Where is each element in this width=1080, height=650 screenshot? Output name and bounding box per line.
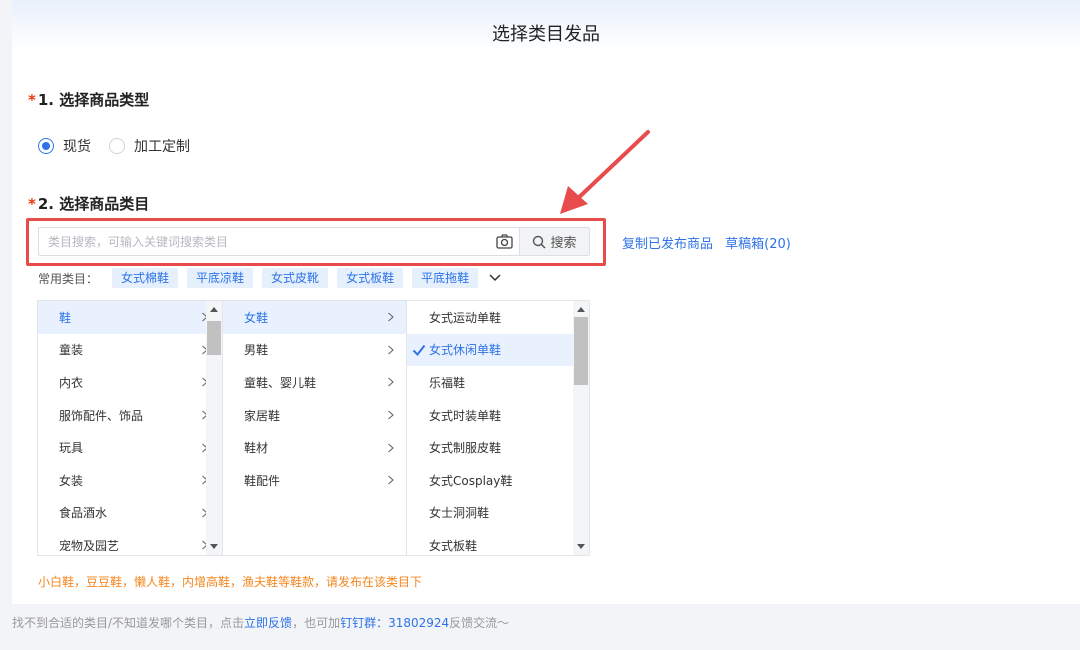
required-mark: * (28, 195, 36, 213)
radio-unchecked-icon (109, 138, 125, 154)
category-label: 女式Cosplay鞋 (429, 473, 513, 488)
category-column-level2: 女鞋 男鞋 童鞋、婴儿鞋 家居鞋 鞋材 鞋配件 (222, 301, 406, 555)
category-label: 童装 (59, 343, 84, 358)
category-label: 鞋 (59, 310, 72, 325)
section-title-text: 2. 选择商品类目 (37, 195, 150, 213)
category-label: 鞋配件 (244, 473, 281, 488)
category-item[interactable]: 鞋配件 (223, 464, 406, 497)
chevron-right-icon (388, 378, 394, 387)
scroll-down-icon[interactable] (210, 544, 218, 549)
side-links: 复制已发布商品 草稿箱(20) (622, 233, 799, 252)
scrollbar-thumb[interactable] (207, 321, 221, 355)
common-label: 常用类目： (38, 271, 99, 286)
category-label: 女式板鞋 (429, 538, 478, 553)
category-label: 女式制服皮鞋 (429, 441, 502, 456)
category-column-level3: 女式运动单鞋 女式休闲单鞋 乐福鞋 女式时装单鞋 女式制服皮鞋 女式Cospla… (406, 301, 573, 555)
category-hint: 小白鞋，豆豆鞋，懒人鞋，内增高鞋，渔夫鞋等鞋款，请发布在该类目下 (38, 575, 423, 589)
category-item[interactable]: 内衣 (38, 366, 222, 399)
footer-text: ，也可加 (292, 616, 341, 630)
category-label: 女士洞洞鞋 (429, 506, 490, 521)
category-item[interactable]: 男鞋 (223, 334, 406, 367)
category-label: 鞋材 (244, 441, 269, 456)
scrollbar-thumb[interactable] (574, 317, 588, 385)
level3-scrollbar[interactable] (573, 301, 589, 555)
category-label: 内衣 (59, 375, 84, 390)
copy-published-link[interactable]: 复制已发布商品 (622, 237, 713, 252)
category-label: 乐福鞋 (429, 375, 466, 390)
chevron-right-icon (388, 312, 394, 322)
category-label: 童鞋、婴儿鞋 (244, 375, 317, 390)
scroll-down-icon[interactable] (577, 544, 585, 549)
section-category-title: * 2. 选择商品类目 (28, 193, 149, 214)
chevron-right-icon (388, 345, 394, 355)
section-title-text: 1. 选择商品类型 (37, 91, 150, 109)
category-label: 女式运动单鞋 (429, 310, 502, 325)
category-label: 女式时装单鞋 (429, 408, 502, 423)
category-column-level1: 鞋 童装 内衣 服饰配件、饰品 玩具 女装 食品酒水 宠物及园艺 (38, 301, 222, 555)
category-label: 女鞋 (244, 310, 269, 325)
category-item[interactable]: 女式Cosplay鞋 (407, 464, 573, 497)
category-label: 男鞋 (244, 343, 269, 358)
common-tag[interactable]: 女式棉鞋 (112, 268, 179, 288)
category-label: 女装 (59, 473, 84, 488)
common-tag[interactable]: 女式板鞋 (337, 268, 404, 288)
category-item[interactable]: 女式时装单鞋 (407, 399, 573, 432)
category-label: 家居鞋 (244, 408, 281, 423)
scroll-up-icon[interactable] (210, 307, 218, 312)
radio-in-stock[interactable]: 现货 (38, 136, 91, 156)
category-item[interactable]: 童装 (38, 334, 222, 367)
category-item[interactable]: 宠物及园艺 (38, 529, 222, 555)
common-tag[interactable]: 平底拖鞋 (412, 268, 479, 288)
chevron-down-icon[interactable] (489, 274, 501, 282)
category-label: 食品酒水 (59, 506, 108, 521)
dingtalk-group-link[interactable]: 钉钉群：31802924 (340, 616, 449, 630)
category-label: 宠物及园艺 (59, 538, 120, 553)
red-arrow-annotation (560, 130, 650, 214)
section-product-type-title: * 1. 选择商品类型 (28, 89, 149, 110)
chevron-right-icon (388, 443, 394, 453)
category-item[interactable]: 女式制服皮鞋 (407, 431, 573, 464)
category-item[interactable]: 女装 (38, 464, 222, 497)
category-item[interactable]: 服饰配件、饰品 (38, 399, 222, 432)
category-item[interactable]: 女式运动单鞋 (407, 301, 573, 334)
publish-page: 选择类目发品 *1. 选择商品类型 现货 加工定制 *2. 选择商品类目 搜索 (12, 0, 1080, 604)
common-tag[interactable]: 平底凉鞋 (187, 268, 254, 288)
search-highlight-box (26, 218, 606, 266)
category-item[interactable]: 鞋 (38, 301, 222, 334)
page-title: 选择类目发品 (492, 24, 600, 45)
category-item[interactable]: 家居鞋 (223, 399, 406, 432)
radio-label: 加工定制 (134, 139, 190, 155)
category-item[interactable]: 女士洞洞鞋 (407, 497, 573, 530)
common-categories: 常用类目： 女式棉鞋 平底凉鞋 女式皮靴 女式板鞋 平底拖鞋 (38, 268, 501, 288)
category-item[interactable]: 童鞋、婴儿鞋 (223, 366, 406, 399)
level1-scrollbar[interactable] (206, 301, 222, 555)
category-item[interactable]: 女鞋 (223, 301, 406, 334)
category-item[interactable]: 玩具 (38, 431, 222, 464)
footer-text: 反馈交流～ (449, 616, 510, 630)
radio-label: 现货 (63, 139, 91, 155)
checkmark-icon (412, 344, 426, 356)
feedback-link[interactable]: 立即反馈 (244, 616, 292, 630)
chevron-right-icon (388, 410, 394, 420)
chevron-right-icon (388, 475, 394, 485)
common-tag[interactable]: 女式皮靴 (262, 268, 329, 288)
product-type-radio-group: 现货 加工定制 (38, 136, 190, 156)
category-item[interactable]: 乐福鞋 (407, 366, 573, 399)
footer-text: 找不到合适的类目/不知道发哪个类目，点击 (12, 616, 245, 630)
category-label: 女式休闲单鞋 (429, 343, 502, 358)
category-selector: 鞋 童装 内衣 服饰配件、饰品 玩具 女装 食品酒水 宠物及园艺 女鞋 男鞋 童… (37, 300, 590, 556)
radio-checked-icon (38, 138, 54, 154)
category-item-selected[interactable]: 女式休闲单鞋 (407, 333, 573, 367)
scroll-up-icon[interactable] (577, 307, 585, 312)
radio-custom-made[interactable]: 加工定制 (109, 136, 190, 156)
category-item[interactable]: 女式板鞋 (407, 529, 573, 555)
drafts-link[interactable]: 草稿箱(20) (725, 237, 791, 252)
category-item[interactable]: 食品酒水 (38, 497, 222, 530)
category-label: 服饰配件、饰品 (59, 408, 144, 423)
footer: 找不到合适的类目/不知道发哪个类目，点击立即反馈，也可加钉钉群：31802924… (12, 614, 509, 631)
category-item[interactable]: 鞋材 (223, 431, 406, 464)
required-mark: * (28, 91, 36, 109)
category-label: 玩具 (59, 441, 84, 456)
